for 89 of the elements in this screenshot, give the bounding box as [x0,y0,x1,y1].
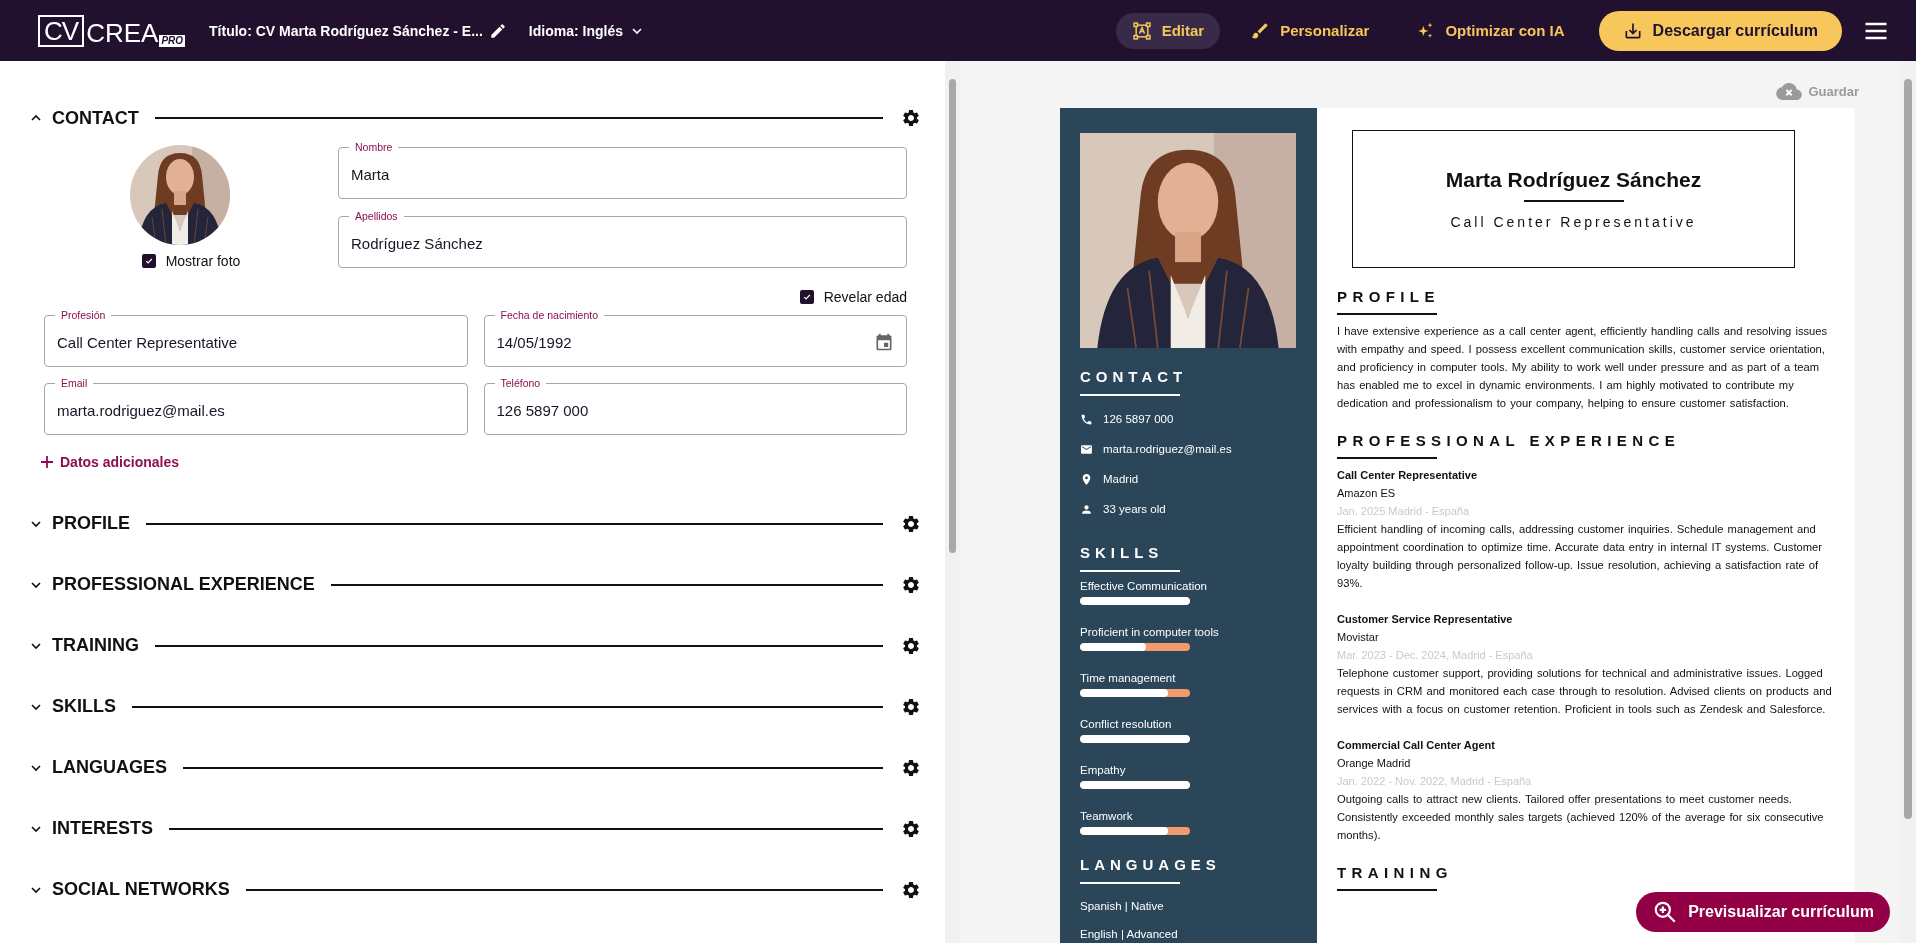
pro-badge: PRO [159,34,186,47]
company-name: Movistar [1337,630,1380,645]
document-title: Título: CV Marta Rodríguez Sánchez - E... [209,22,483,39]
settings-icon[interactable] [901,635,921,656]
skill-name: Time management [1080,672,1177,684]
contact-text: 126 5897 000 [1103,413,1174,425]
section-heading: LANGUAGES [1080,856,1222,873]
field-label: Profesión [60,309,107,321]
section-title[interactable]: LANGUAGES [52,757,167,778]
nav-tab[interactable]: Personalizar [1234,12,1386,49]
section-heading: TRAINING [1337,864,1454,881]
field-value[interactable]: 126 5897 000 [496,401,894,419]
skill-name: Effective Communication [1080,580,1208,592]
input-field[interactable]: Apellidos Rodríguez Sánchez [338,210,907,268]
input-field[interactable]: Profesión Call Center Representative [44,309,468,367]
settings-icon[interactable] [901,818,921,839]
calendar-icon[interactable] [874,332,894,352]
job-description: Efficient handling of incoming calls, addressing customer inquiries. Schedule management and appointment coordination to optimize time. Accurate data entry in internal IT systems. Customer loyalty building through personalized follow-up. Issue resolution, achieving a satisfaction rate of 93%. [1337,522,1823,591]
settings-icon[interactable] [901,108,921,128]
pencil-icon[interactable] [488,21,507,40]
settings-icon[interactable] [901,757,921,778]
input-field[interactable]: Teléfono 126 5897 000 [483,377,907,435]
cloud-icon[interactable] [1776,83,1803,100]
field-value[interactable]: marta.rodriguez@mail.es [57,401,455,419]
settings-icon[interactable] [901,879,921,900]
skill-name: Proficient in computer tools [1080,626,1220,638]
field-label: Nombre [354,141,394,153]
download-button[interactable]: Descargar currículum [1598,10,1842,51]
language-dropdown[interactable]: Idioma: Inglés [524,18,649,43]
section-title[interactable]: SKILLS [52,696,116,717]
person-icon [1080,502,1093,516]
language-item: English | Advanced [1080,927,1179,942]
field-label: Teléfono [499,377,542,389]
job-description: Telephone customer support, providing solutions for technical and administrative issues. Logged requests in CRM and monitored each case through to resolution. Advised clients on products and services with a focus on customer retention. Proficient in tools such as Zendesk and Salesforce. [1337,666,1833,717]
contact-text: 33 years old [1103,503,1166,515]
plus-icon[interactable] [38,453,56,471]
logo-text[interactable]: CREA [86,18,159,47]
language-item: Spanish | Native [1080,899,1165,914]
brush-icon[interactable] [1250,20,1271,41]
field-value[interactable]: 14/05/1992 [496,333,874,351]
settings-icon[interactable] [901,513,921,534]
section-title[interactable]: TRAINING [52,635,139,656]
nav-tab[interactable]: Editar [1115,12,1221,49]
mail-icon [1080,442,1093,456]
section-title[interactable]: SOCIAL NETWORKS [52,879,230,900]
job-title: Customer Service Representative [1337,612,1514,627]
section-heading: CONTACT [1080,368,1189,385]
add-link[interactable]: Datos adicionales [38,453,180,471]
settings-icon[interactable] [901,696,921,717]
skill-name: Conflict resolution [1080,718,1173,730]
nav-tab[interactable]: Optimizar con IA [1399,12,1581,49]
section-heading: PROFILE [1337,288,1441,305]
scrollbar-thumb[interactable] [949,79,956,553]
checkbox-label: Mostrar foto [165,253,241,269]
resume-role: Call Center Representative [1450,214,1697,230]
logo-mark[interactable]: CV [38,14,85,47]
scrollbar-thumb[interactable] [1904,79,1912,819]
phone-icon [1080,412,1093,426]
contact-text: marta.rodriguez@mail.es [1103,443,1232,455]
skill-name: Empathy [1080,764,1127,776]
field-label: Fecha de nacimiento [499,309,599,321]
field-value[interactable]: Marta [351,165,894,183]
job-title: Commercial Call Center Agent [1337,738,1496,753]
field-label: Email [60,377,89,389]
input-field[interactable]: Email marta.rodriguez@mail.es [44,377,468,435]
section-title[interactable]: CONTACT [52,107,139,129]
skill-name: Teamwork [1080,810,1134,822]
job-description: Outgoing calls to attract new clients. Tailored offer presentations to meet customer needs. Consistently exceeded monthly sales targets (achieved 120% of the average for six consecutive months). [1337,792,1825,843]
job-title: Call Center Representative [1337,468,1478,483]
company-name: Orange Madrid [1337,756,1412,771]
field-value[interactable]: Rodríguez Sánchez [351,234,894,252]
company-name: Amazon ES [1337,486,1397,501]
checkbox-label: Revelar edad [823,289,907,305]
settings-icon[interactable] [901,574,921,595]
section-title[interactable]: PROFESSIONAL EXPERIENCE [52,574,315,595]
section-heading: SKILLS [1080,544,1165,561]
date-field[interactable]: Fecha de nacimiento 14/05/1992 [483,309,907,367]
section-title[interactable]: PROFILE [52,513,130,534]
input-field[interactable]: Nombre Marta [338,141,907,199]
location-pin-icon [1080,472,1093,486]
field-label: Apellidos [354,210,399,222]
profile-text: I have extensive experience as a call center agent, efficiently handling calls and resolving issues with empathy and speed. I possess excellent communication skills, customer service orientation, and proficiency in computer tools. My ability to work well under pressure and as part of a team has enabled me to excel in dynamic environments. I am highly motivated to contribute my dedication and professionalism to your company, helping to ensure customer satisfaction. [1337,324,1829,411]
section-title[interactable]: INTERESTS [52,818,153,839]
section-heading: PROFESSIONAL EXPERIENCE [1337,432,1682,449]
field-value[interactable]: Call Center Representative [57,333,455,351]
contact-text: Madrid [1103,473,1139,485]
preview-button[interactable]: Previsualizar currículum [1636,892,1890,932]
resume-name: Marta Rodríguez Sánchez [1445,168,1702,192]
frame-icon[interactable] [1131,20,1152,41]
